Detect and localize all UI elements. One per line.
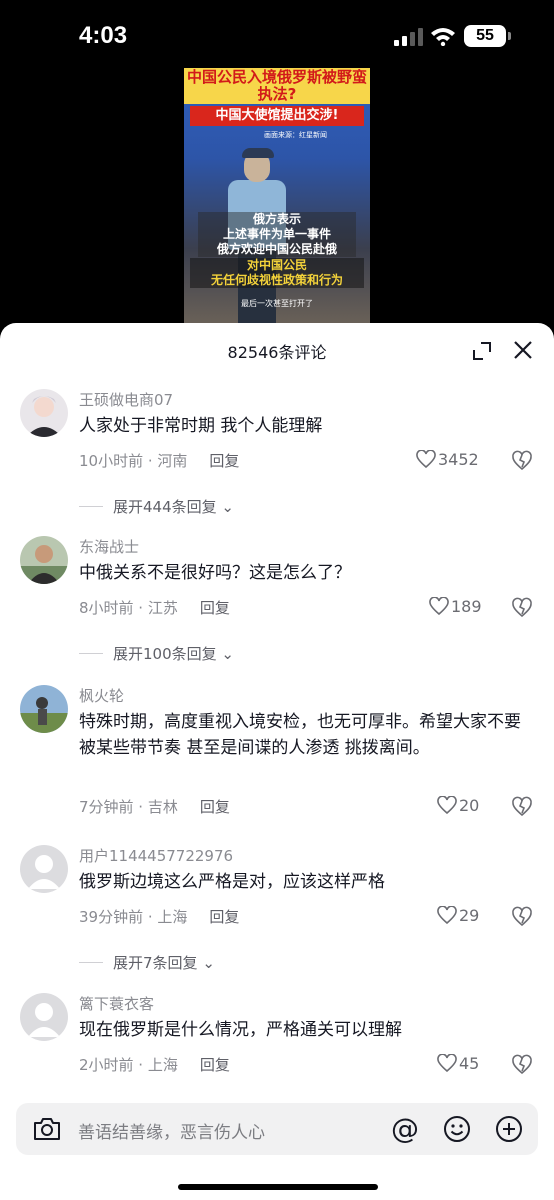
status-bar: 4:03 55 xyxy=(0,0,554,70)
expand-icon[interactable] xyxy=(472,341,492,361)
comment-text: 中俄关系不是很好吗？这是怎么了？ xyxy=(79,563,351,583)
comment-meta: 7分钟前 · 吉林 回复 xyxy=(79,798,230,816)
like-button[interactable]: 20 xyxy=(437,796,479,815)
at-icon[interactable]: @ xyxy=(390,1114,420,1144)
expand-replies[interactable]: 展开7条回复 ⌄ xyxy=(79,952,215,973)
close-icon[interactable] xyxy=(512,339,534,361)
heart-icon xyxy=(437,796,457,814)
chevron-down-icon: ⌄ xyxy=(221,498,234,516)
signal-icon xyxy=(394,28,423,46)
comment-meta: 8小时前 · 江苏 回复 xyxy=(79,599,230,617)
emoji-icon[interactable] xyxy=(442,1114,472,1144)
comment-username[interactable]: 用户1144457722976 xyxy=(79,845,233,866)
home-indicator xyxy=(178,1184,378,1190)
dislike-icon[interactable] xyxy=(511,449,533,471)
comment-meta: 39分钟前 · 上海 回复 xyxy=(79,908,240,926)
video-player[interactable]: 中国公民入境俄罗斯被野蛮执法? 中国大使馆提出交涉! 画面来源：红星新闻 俄方表… xyxy=(184,68,370,326)
dislike-icon[interactable] xyxy=(511,1053,533,1075)
heart-icon xyxy=(437,906,457,924)
heart-icon xyxy=(437,1054,457,1072)
avatar[interactable] xyxy=(20,845,68,893)
avatar[interactable] xyxy=(20,685,68,733)
comment-text: 人家处于非常时期 我个人能理解 xyxy=(79,416,323,436)
like-button[interactable]: 189 xyxy=(429,597,482,616)
plus-icon[interactable] xyxy=(494,1114,524,1144)
avatar[interactable] xyxy=(20,536,68,584)
comment-username[interactable]: 东海战士 xyxy=(79,536,139,557)
heart-icon xyxy=(429,597,449,615)
comment-input-placeholder[interactable]: 善语结善缘，恶言伤人心 xyxy=(78,1118,265,1143)
video-caption: 最后一次甚至打开了 xyxy=(241,299,313,308)
chevron-down-icon: ⌄ xyxy=(221,645,234,663)
like-count: 20 xyxy=(459,796,480,815)
chevron-down-icon: ⌄ xyxy=(202,954,215,972)
video-source: 画面来源：红星新闻 xyxy=(264,131,327,139)
comment-meta: 10小时前 · 河南 回复 xyxy=(79,452,240,470)
comment-sheet: 82546条评论 王硕做电商07 人家处于非常时期 我个人能理解 10小时前 ·… xyxy=(0,323,554,1200)
status-time: 4:03 xyxy=(79,22,128,49)
avatar[interactable] xyxy=(20,993,68,1041)
comment-username[interactable]: 篱下蓑衣客 xyxy=(79,993,154,1014)
battery-icon: 55 xyxy=(464,25,511,47)
like-button[interactable]: 29 xyxy=(437,906,479,925)
avatar[interactable] xyxy=(20,389,68,437)
expand-replies[interactable]: 展开100条回复 ⌄ xyxy=(79,643,234,664)
heart-icon xyxy=(416,450,436,468)
comment-input-bar[interactable]: 善语结善缘，恶言伤人心 @ xyxy=(16,1103,538,1155)
like-count: 189 xyxy=(451,597,482,616)
like-count: 45 xyxy=(459,1054,480,1073)
like-button[interactable]: 45 xyxy=(437,1054,479,1073)
like-button[interactable]: 3452 xyxy=(416,450,479,469)
dislike-icon[interactable] xyxy=(511,795,533,817)
dislike-icon[interactable] xyxy=(511,905,533,927)
expand-replies[interactable]: 展开444条回复 ⌄ xyxy=(79,496,234,517)
comment-count-title: 82546条评论 xyxy=(227,343,327,362)
comment-text: 俄罗斯边境这么严格是对，应该这样严格 xyxy=(79,872,385,892)
dislike-icon[interactable] xyxy=(511,596,533,618)
video-overlay-text: 俄方表示 上述事件为单一事件 俄方欢迎中国公民赴俄 xyxy=(198,212,356,257)
like-count: 29 xyxy=(459,906,480,925)
reply-button[interactable]: 回复 xyxy=(200,1056,230,1074)
reply-button[interactable]: 回复 xyxy=(200,798,230,816)
comment-username[interactable]: 枫火轮 xyxy=(79,685,124,706)
comment-username[interactable]: 王硕做电商07 xyxy=(79,389,173,410)
like-count: 3452 xyxy=(438,450,479,469)
reply-button[interactable]: 回复 xyxy=(209,908,239,926)
comment-text: 现在俄罗斯是什么情况，严格通关可以理解 xyxy=(79,1020,402,1040)
comment-text: 特殊时期，高度重视入境安检，也无可厚非。希望大家不要被某些带节奏 甚至是间谍的人… xyxy=(79,712,521,758)
camera-icon[interactable] xyxy=(32,1116,62,1142)
wifi-icon xyxy=(431,28,455,46)
video-overlay-highlight: 对中国公民 无任何歧视性政策和行为 xyxy=(190,258,364,288)
reply-button[interactable]: 回复 xyxy=(200,599,230,617)
comment-meta: 2小时前 · 上海 回复 xyxy=(79,1056,230,1074)
reply-button[interactable]: 回复 xyxy=(209,452,239,470)
video-subtitle: 中国大使馆提出交涉! xyxy=(190,106,364,126)
video-title: 中国公民入境俄罗斯被野蛮执法? xyxy=(184,68,370,104)
